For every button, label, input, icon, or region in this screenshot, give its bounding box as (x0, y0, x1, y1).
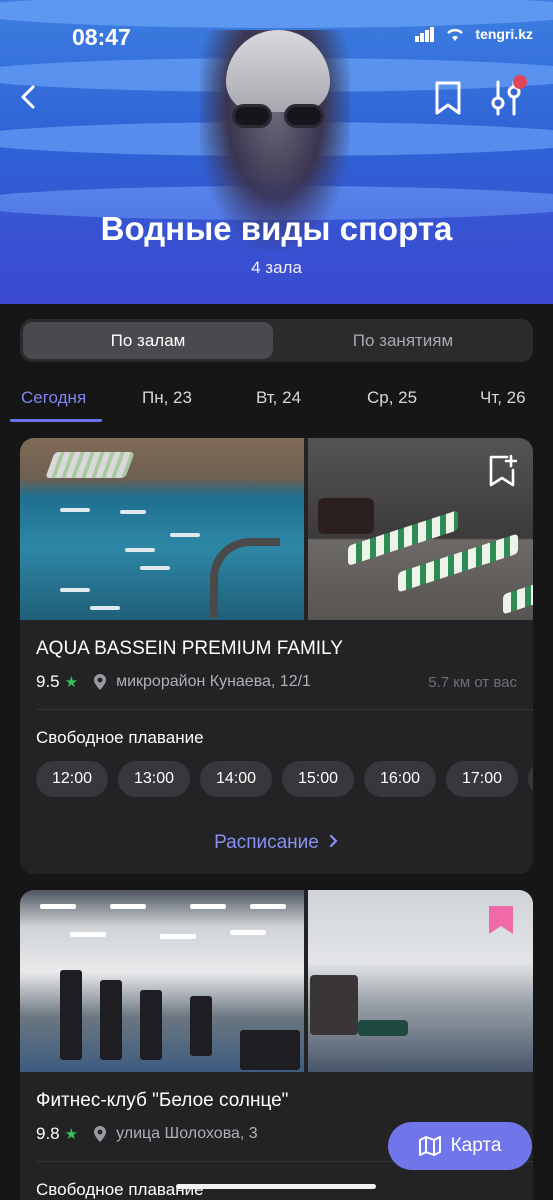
chevron-right-icon (329, 834, 338, 848)
bookmark-saved-icon[interactable] (487, 904, 515, 936)
gym-address: микрорайон Кунаева, 12/1 (116, 673, 311, 690)
tab-by-classes[interactable]: По занятиям (278, 322, 528, 359)
time-slots: 12:00 13:00 14:00 15:00 16:00 17:00 (36, 761, 533, 797)
map-button[interactable]: Карта (388, 1122, 532, 1170)
schedule-link[interactable]: Расписание (20, 832, 533, 854)
date-tab-wed[interactable]: Ср, 25 (367, 388, 417, 408)
schedule-label: Расписание (214, 832, 319, 853)
date-tab-today[interactable]: Сегодня (21, 388, 86, 408)
time-slot[interactable]: 14:00 (200, 761, 272, 797)
gym-photo-machines (20, 890, 304, 1072)
time-slot[interactable]: 13:00 (118, 761, 190, 797)
gym-name: AQUA BASSEIN PREMIUM FAMILY (36, 638, 343, 659)
gym-rating-row: 9.8 ★ улица Шолохова, 3 (36, 1124, 258, 1144)
time-slot[interactable]: 12:00 (36, 761, 108, 797)
tab-by-gyms[interactable]: По залам (23, 322, 273, 359)
signal-icon (415, 27, 435, 42)
gym-address: улица Шолохова, 3 (116, 1125, 258, 1142)
gym-distance: 5.7 км от вас (428, 674, 517, 691)
activity-name: Свободное плавание (36, 728, 204, 747)
notification-dot (513, 75, 527, 89)
time-slot[interactable]: 16:00 (364, 761, 436, 797)
page-subtitle: 4 зала (251, 258, 302, 277)
time-slot[interactable]: 15:00 (282, 761, 354, 797)
page-title: Водные виды спорта (100, 210, 453, 247)
location-pin-icon (94, 1126, 107, 1142)
rating-value: 9.8 (36, 1124, 60, 1143)
time-slot[interactable]: 17:00 (446, 761, 518, 797)
gym-photo-pool (20, 438, 304, 620)
watermark: tengri.kz (475, 26, 533, 42)
map-button-label: Карта (450, 1135, 502, 1156)
date-tab-indicator (10, 419, 102, 422)
date-tab-thu[interactable]: Чт, 26 (480, 388, 526, 408)
star-icon: ★ (64, 1126, 79, 1143)
date-tab-tue[interactable]: Вт, 24 (256, 388, 301, 408)
gym-card[interactable]: AQUA BASSEIN PREMIUM FAMILY 9.5 ★ микрор… (20, 438, 533, 874)
status-icons: tengri.kz (415, 26, 533, 42)
date-tab-mon[interactable]: Пн, 23 (142, 388, 192, 408)
home-indicator (176, 1184, 376, 1189)
divider (36, 709, 533, 710)
status-time: 08:47 (72, 24, 131, 50)
location-pin-icon (94, 674, 107, 690)
view-mode-switch: По залам По занятиям (20, 319, 533, 362)
wifi-icon (447, 28, 464, 41)
time-slot-partial[interactable] (528, 761, 533, 797)
map-icon (418, 1136, 441, 1156)
bookmark-icon[interactable] (432, 80, 464, 116)
gym-rating-row: 9.5 ★ микрорайон Кунаева, 12/1 (36, 672, 311, 692)
gym-name: Фитнес-клуб "Белое солнце" (36, 1090, 289, 1111)
goggles (228, 104, 328, 130)
rating-value: 9.5 (36, 672, 60, 691)
activity-name: Свободное плавание (36, 1180, 204, 1199)
star-icon: ★ (64, 674, 79, 691)
back-arrow-icon[interactable] (14, 82, 44, 112)
bookmark-add-icon[interactable] (487, 454, 517, 488)
